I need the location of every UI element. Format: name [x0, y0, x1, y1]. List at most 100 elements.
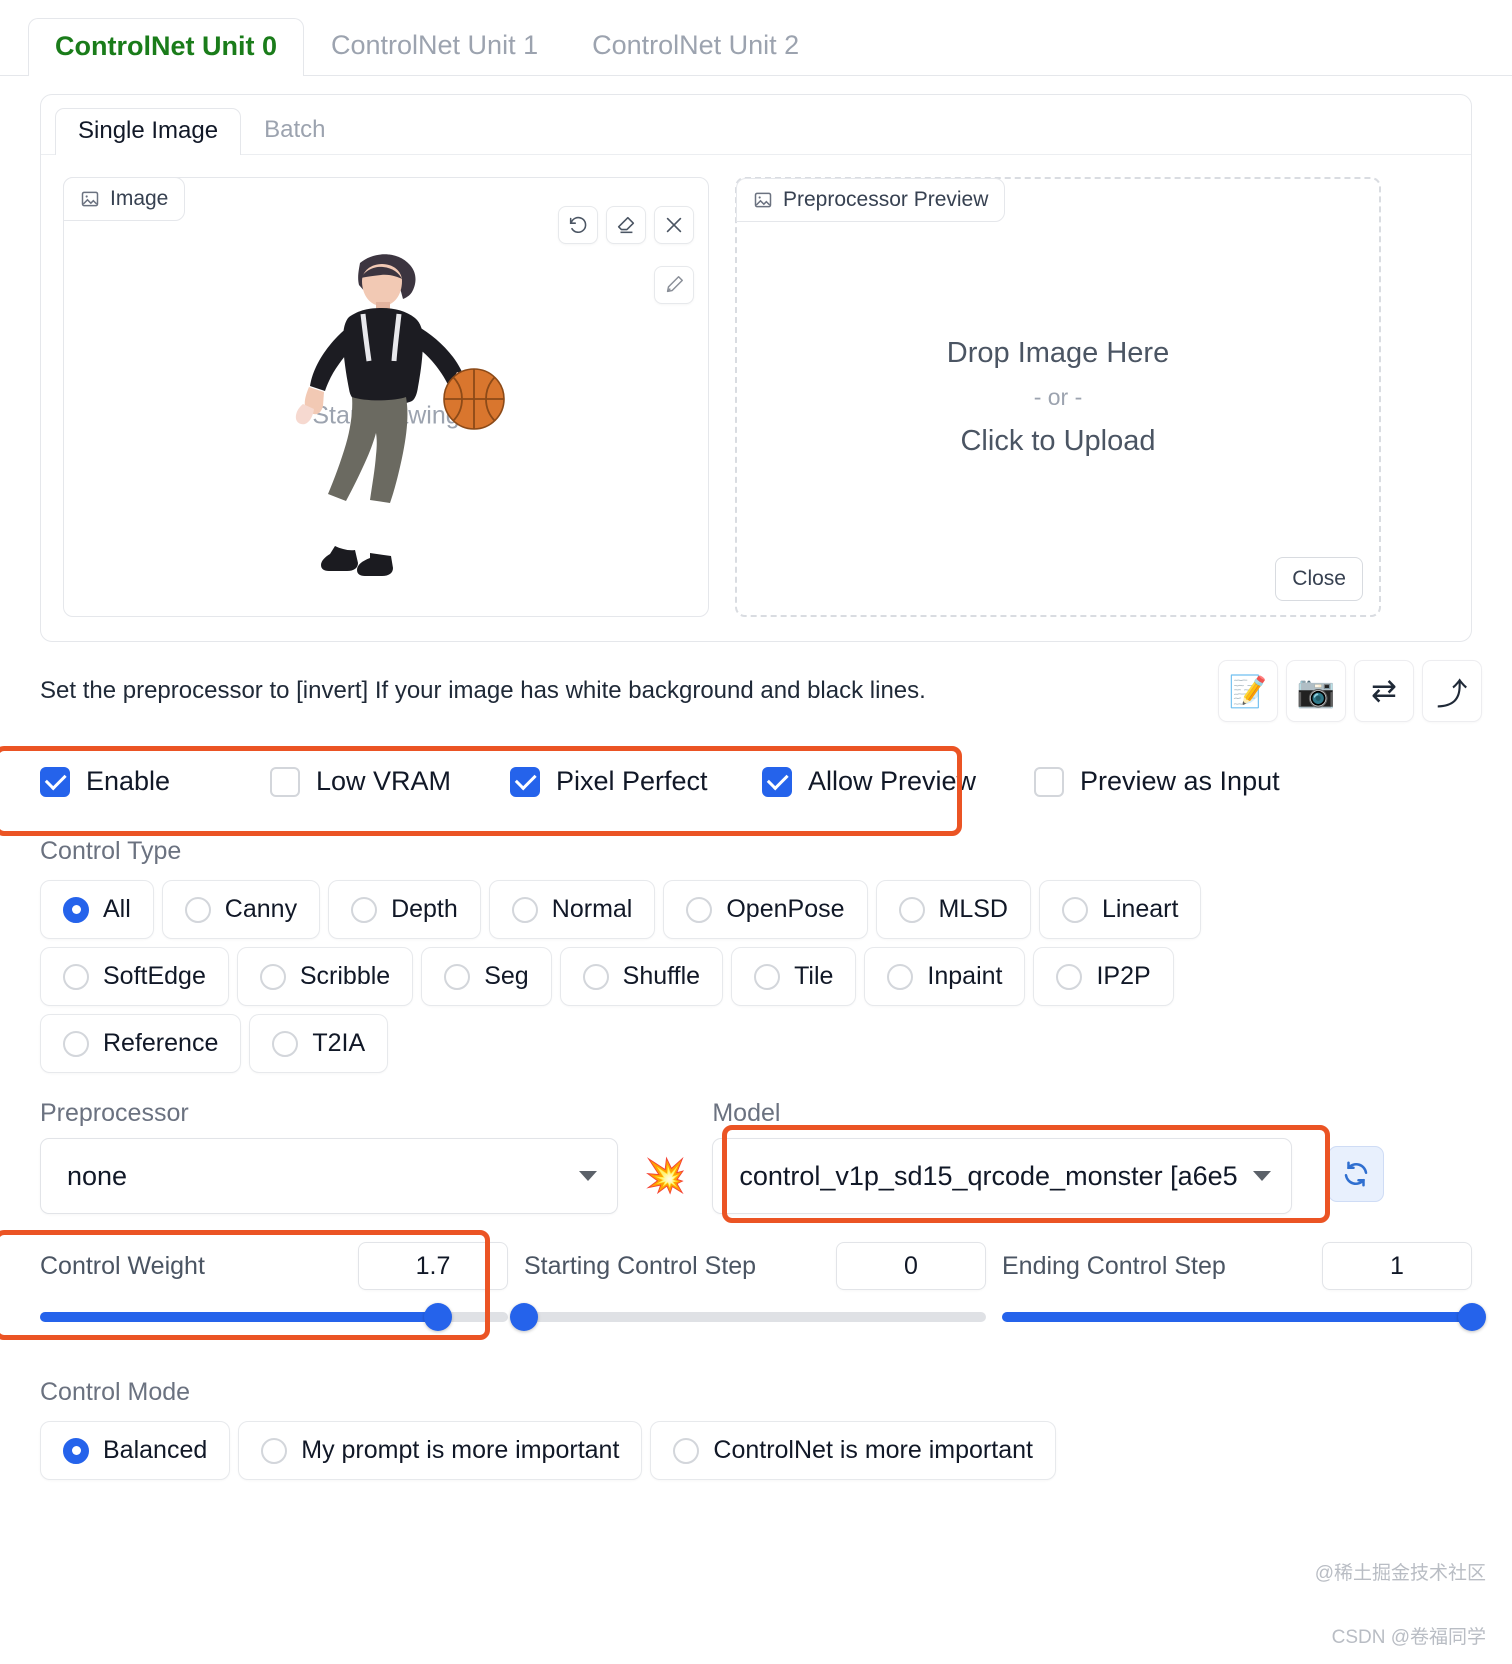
control-type-normal[interactable]: Normal	[488, 880, 656, 939]
eraser-icon[interactable]	[606, 206, 646, 244]
tab-single-image[interactable]: Single Image	[55, 108, 242, 155]
control-mode-controlnet[interactable]: ControlNet is more important	[650, 1421, 1056, 1480]
radio-scribble[interactable]	[259, 963, 286, 990]
control-weight-label: Control Weight	[40, 1251, 205, 1280]
ending-step-value[interactable]: 1	[1322, 1242, 1472, 1290]
drawing-canvas[interactable]: Start drawing	[74, 226, 698, 606]
radio-t2ia[interactable]	[272, 1030, 299, 1057]
radio-inpaint[interactable]	[887, 963, 914, 990]
preprocessor-value: none	[67, 1160, 128, 1191]
allow-preview-checkbox-box[interactable]	[762, 766, 792, 797]
radio-balanced[interactable]	[63, 1437, 89, 1464]
tab-controlnet-unit-0[interactable]: ControlNet Unit 0	[28, 18, 304, 76]
radio-openpose[interactable]	[686, 896, 713, 923]
click-to-upload-text[interactable]: Click to Upload	[960, 425, 1155, 458]
model-select[interactable]: control_v1p_sd15_qrcode_monster [a6e5	[712, 1138, 1293, 1214]
checkbox-allow-preview[interactable]: Allow Preview	[762, 766, 1034, 797]
basketball-player-image	[295, 254, 505, 576]
control-type-tile[interactable]: Tile	[731, 947, 857, 1006]
control-type-lineart[interactable]: Lineart	[1038, 880, 1202, 939]
options-row-wrapper: Enable Low VRAM Pixel Perfect Allow Prev…	[0, 740, 1512, 836]
radio-all[interactable]	[63, 896, 89, 923]
webcam-icon[interactable]: 📷	[1286, 660, 1346, 722]
radio-reference[interactable]	[63, 1030, 89, 1057]
input-image-panel[interactable]: Image Start drawing	[63, 177, 709, 617]
control-type-all[interactable]: All	[40, 880, 154, 939]
control-type-softedge[interactable]: SoftEdge	[40, 947, 229, 1006]
control-type-mlsd[interactable]: MLSD	[875, 880, 1031, 939]
model-field: Model control_v1p_sd15_qrcode_monster [a…	[712, 1099, 1293, 1214]
explosion-icon[interactable]: 💥	[644, 1156, 686, 1196]
control-sliders-section: Control Weight 1.7 Starting Control Step…	[0, 1230, 1512, 1340]
control-type-seg[interactable]: Seg	[421, 947, 552, 1006]
image-row: Image Start drawing Preprocessor Preview…	[41, 155, 1471, 641]
tab-controlnet-unit-1[interactable]: ControlNet Unit 1	[304, 17, 565, 75]
starting-step-value[interactable]: 0	[836, 1242, 986, 1290]
preprocessor-hint-row: Set the preprocessor to [invert] If your…	[0, 642, 1512, 730]
preview-as-input-label: Preview as Input	[1080, 766, 1280, 796]
radio-tile[interactable]	[754, 963, 781, 990]
preprocessor-preview-panel[interactable]: Preprocessor Preview Drop Image Here - o…	[735, 177, 1381, 617]
control-type-canny[interactable]: Canny	[161, 880, 321, 939]
control-type-scribble[interactable]: Scribble	[236, 947, 414, 1006]
pixel-perfect-checkbox-box[interactable]	[510, 766, 540, 797]
image-action-buttons: 📝 📷 ⇄ ⤴	[1218, 660, 1482, 722]
preprocessor-field: Preprocessor none	[40, 1099, 618, 1214]
close-icon[interactable]	[654, 206, 694, 244]
chevron-down-icon	[1253, 1171, 1272, 1181]
radio-canny[interactable]	[184, 896, 211, 923]
radio-mlsd[interactable]	[898, 896, 925, 923]
checkbox-pixel-perfect[interactable]: Pixel Perfect	[510, 766, 762, 797]
starting-step-knob[interactable]	[510, 1303, 538, 1331]
control-mode-balanced[interactable]: Balanced	[40, 1421, 231, 1480]
pen-icon[interactable]	[654, 266, 694, 304]
radio-seg[interactable]	[444, 963, 471, 990]
control-type-depth[interactable]: Depth	[328, 880, 481, 939]
control-weight-knob[interactable]	[423, 1303, 452, 1331]
control-type-shuffle[interactable]: Shuffle	[559, 947, 724, 1006]
checkbox-preview-as-input[interactable]: Preview as Input	[1034, 766, 1280, 797]
control-weight-value[interactable]: 1.7	[358, 1242, 508, 1290]
radio-my-prompt-more-important[interactable]	[261, 1437, 288, 1464]
preprocessor-select[interactable]: none	[40, 1138, 618, 1214]
control-mode-label: Control Mode	[40, 1378, 191, 1406]
undo-icon[interactable]	[558, 206, 598, 244]
control-weight-head: Control Weight 1.7	[40, 1242, 508, 1290]
radio-depth[interactable]	[351, 896, 378, 923]
control-weight-track[interactable]	[40, 1303, 508, 1331]
tab-controlnet-unit-2[interactable]: ControlNet Unit 2	[565, 17, 826, 75]
open-new-canvas-icon[interactable]: 📝	[1218, 660, 1278, 722]
radio-controlnet-more-important[interactable]	[673, 1437, 700, 1464]
drop-zone[interactable]: Drop Image Here - or - Click to Upload	[737, 179, 1379, 615]
radio-ip2p[interactable]	[1056, 963, 1083, 990]
ending-control-step-slider: Ending Control Step 1	[1002, 1242, 1486, 1331]
radio-lineart[interactable]	[1061, 896, 1088, 923]
radio-shuffle[interactable]	[582, 963, 609, 990]
preview-as-input-checkbox-box[interactable]	[1034, 766, 1064, 797]
mirror-webcam-icon[interactable]: ⇄	[1354, 660, 1414, 722]
checkbox-low-vram[interactable]: Low VRAM	[270, 766, 510, 797]
refresh-icon[interactable]	[1328, 1146, 1385, 1202]
ending-step-track[interactable]	[1002, 1303, 1486, 1331]
control-type-openpose[interactable]: OpenPose	[663, 880, 868, 939]
control-weight-slider: Control Weight 1.7	[40, 1242, 508, 1331]
enable-checkbox-box[interactable]	[40, 766, 70, 797]
control-type-inpaint[interactable]: Inpaint	[864, 947, 1026, 1006]
close-button[interactable]: Close	[1275, 557, 1363, 601]
radio-softedge[interactable]	[63, 963, 89, 990]
single-image-card: Single Image Batch Image Start drawing P…	[40, 94, 1472, 642]
control-type-label: Control Type	[40, 837, 182, 865]
control-type-ip2p[interactable]: IP2P	[1033, 947, 1174, 1006]
low-vram-checkbox-box[interactable]	[270, 766, 300, 797]
checkbox-enable[interactable]: Enable	[40, 766, 270, 797]
ending-step-knob[interactable]	[1458, 1303, 1486, 1331]
chevron-down-icon	[579, 1171, 597, 1181]
control-type-t2ia[interactable]: T2IA	[249, 1014, 389, 1073]
watermark-line-2: CSDN @卷福同学	[1331, 1627, 1486, 1648]
send-dimensions-icon[interactable]: ⤴	[1422, 660, 1482, 722]
starting-step-track[interactable]	[510, 1303, 986, 1331]
tab-batch[interactable]: Batch	[241, 107, 348, 154]
control-mode-my-prompt[interactable]: My prompt is more important	[238, 1421, 643, 1480]
radio-normal[interactable]	[511, 896, 538, 923]
control-type-reference[interactable]: Reference	[40, 1014, 242, 1073]
